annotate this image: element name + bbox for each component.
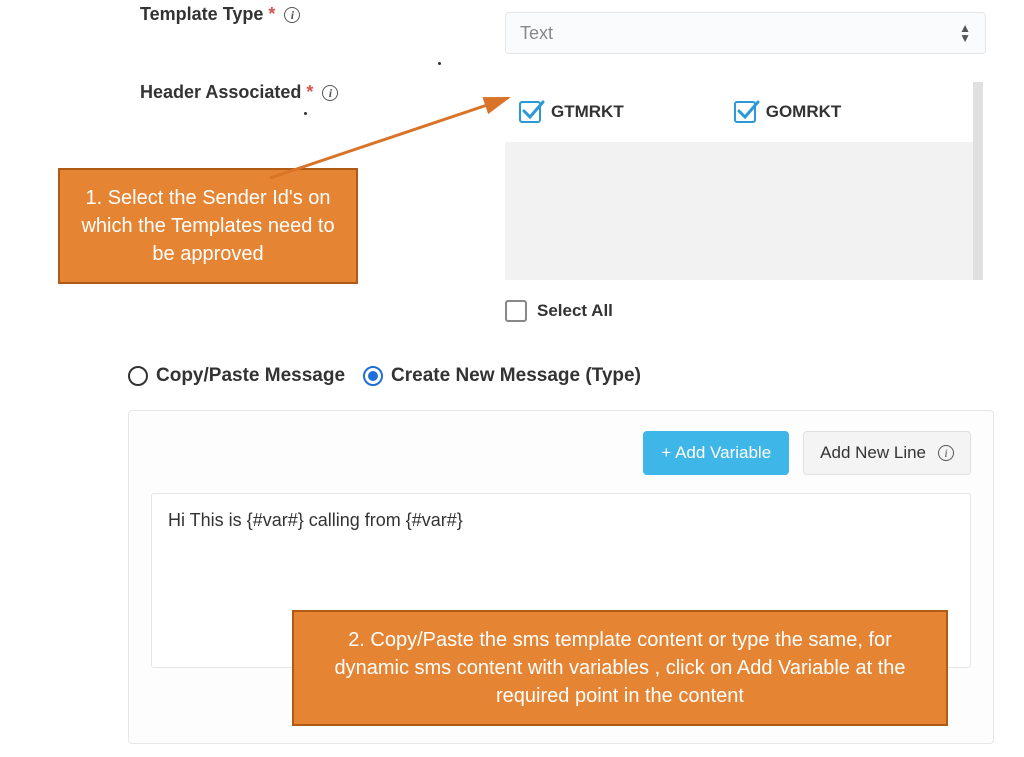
add-new-line-label: Add New Line bbox=[820, 443, 926, 463]
template-type-select[interactable]: Text ▲▼ bbox=[505, 12, 986, 54]
select-all-label: Select All bbox=[537, 301, 613, 321]
header-associated-label: Header Associated * i bbox=[0, 82, 505, 103]
header-options-box: GTMRKT GOMRKT bbox=[505, 82, 983, 280]
radio-unchecked-icon bbox=[128, 366, 148, 386]
chevron-updown-icon: ▲▼ bbox=[959, 23, 971, 43]
header-associated-label-text: Header Associated bbox=[140, 82, 301, 102]
add-variable-button[interactable]: + Add Variable bbox=[643, 431, 789, 475]
header-option-label: GOMRKT bbox=[766, 102, 842, 122]
required-asterisk: * bbox=[268, 4, 275, 24]
decorative-dot bbox=[438, 62, 441, 65]
header-option-gtmrkt[interactable]: GTMRKT bbox=[519, 101, 624, 123]
radio-copy-paste-label: Copy/Paste Message bbox=[156, 365, 345, 387]
radio-checked-icon bbox=[363, 366, 383, 386]
annotation-callout-2: 2. Copy/Paste the sms template content o… bbox=[292, 610, 948, 726]
decorative-dot bbox=[304, 112, 307, 115]
template-type-value: Text bbox=[520, 23, 553, 44]
header-items: GTMRKT GOMRKT bbox=[505, 82, 973, 142]
info-icon[interactable]: i bbox=[284, 7, 300, 23]
header-option-label: GTMRKT bbox=[551, 102, 624, 122]
add-new-line-button[interactable]: Add New Line i bbox=[803, 431, 971, 475]
annotation-callout-1: 1. Select the Sender Id's on which the T… bbox=[58, 168, 358, 284]
checkbox-checked-icon bbox=[519, 101, 541, 123]
checkbox-empty-icon bbox=[505, 300, 527, 322]
required-asterisk: * bbox=[306, 82, 313, 102]
template-type-label: Template Type * i bbox=[0, 0, 505, 25]
template-type-label-text: Template Type bbox=[140, 4, 263, 24]
info-icon[interactable]: i bbox=[322, 85, 338, 101]
select-all-row[interactable]: Select All bbox=[505, 300, 613, 322]
radio-copy-paste[interactable]: Copy/Paste Message bbox=[128, 365, 345, 387]
header-option-gomrkt[interactable]: GOMRKT bbox=[734, 101, 842, 123]
editor-toolbar: + Add Variable Add New Line i bbox=[151, 431, 971, 475]
message-mode-row: Copy/Paste Message Create New Message (T… bbox=[128, 365, 641, 387]
radio-create-new[interactable]: Create New Message (Type) bbox=[363, 365, 641, 387]
info-icon: i bbox=[938, 445, 954, 461]
checkbox-checked-icon bbox=[734, 101, 756, 123]
radio-create-new-label: Create New Message (Type) bbox=[391, 365, 641, 387]
